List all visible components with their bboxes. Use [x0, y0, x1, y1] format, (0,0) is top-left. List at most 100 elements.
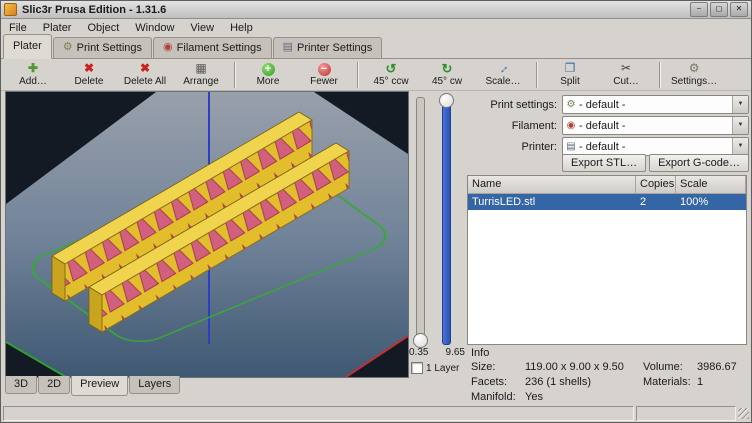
- tab-print-settings-label: Print Settings: [77, 42, 142, 54]
- app-icon: [4, 3, 17, 16]
- 3d-preview-canvas[interactable]: [6, 92, 408, 377]
- plater-sidebar: Print settings: ⚙ - default - ▼ Filament…: [465, 91, 749, 403]
- object-table[interactable]: Name Copies Scale TurrisLED.stl 2 100%: [467, 175, 747, 345]
- menu-bar: File Plater Object Window View Help: [1, 19, 751, 37]
- upper-layer-slider-handle[interactable]: [439, 93, 454, 108]
- view-tab-preview[interactable]: Preview: [71, 376, 128, 396]
- table-row[interactable]: TurrisLED.stl 2 100%: [468, 194, 746, 210]
- preview-viewport[interactable]: [5, 91, 409, 378]
- close-button[interactable]: ✕: [730, 2, 748, 17]
- arrange-button[interactable]: ▦ Arrange: [173, 60, 229, 90]
- facets-label: Facets:: [471, 376, 507, 388]
- chevron-down-icon[interactable]: ▼: [732, 96, 748, 113]
- filament-label: Filament:: [465, 120, 562, 132]
- single-layer-checkbox[interactable]: [411, 362, 423, 374]
- delete-all-button[interactable]: ✖ Delete All: [117, 60, 173, 90]
- filament-spool-icon: ◉: [563, 120, 579, 131]
- rotate-cw-icon: ↻: [442, 62, 453, 76]
- size-label: Size:: [471, 361, 495, 373]
- more-copies-button[interactable]: + More: [240, 60, 296, 90]
- plater-toolbar: ✚ Add… ✖ Delete ✖ Delete All ▦ Arrange +…: [1, 59, 751, 91]
- add-button[interactable]: ✚ Add…: [5, 60, 61, 90]
- view-tab-3d[interactable]: 3D: [5, 376, 37, 394]
- upper-layer-slider[interactable]: [442, 97, 451, 345]
- cell-object-copies: 2: [636, 194, 676, 210]
- object-table-header: Name Copies Scale: [468, 176, 746, 194]
- printer-icon: ▤: [283, 42, 293, 53]
- status-message-field: [3, 406, 634, 421]
- settings-label: Settings…: [671, 76, 717, 88]
- lower-layer-slider-handle[interactable]: [413, 333, 428, 348]
- layer-range-values: 0.35 9.65: [409, 347, 465, 358]
- cut-button[interactable]: ✂ Cut…: [598, 60, 654, 90]
- printer-label: Printer:: [465, 141, 562, 153]
- rotate-ccw-label: 45° ccw: [373, 76, 408, 88]
- export-row: Export STL… Export G-code…: [465, 154, 749, 172]
- tab-filament-settings-label: Filament Settings: [177, 42, 262, 54]
- toolbar-separator: [659, 62, 660, 88]
- view-tab-bar: 3D 2D Preview Layers: [5, 376, 181, 395]
- chevron-down-icon[interactable]: ▼: [732, 117, 748, 134]
- print-settings-value: - default -: [579, 99, 732, 111]
- column-header-copies[interactable]: Copies: [636, 176, 676, 193]
- print-settings-label: Print settings:: [465, 99, 562, 111]
- facets-value: 236 (1 shells): [525, 376, 591, 388]
- filament-value: - default -: [579, 120, 732, 132]
- minimize-button[interactable]: −: [690, 2, 708, 17]
- tab-printer-settings[interactable]: ▤ Printer Settings: [273, 37, 383, 58]
- more-label: More: [257, 76, 280, 88]
- print-settings-combo[interactable]: ⚙ - default - ▼: [562, 95, 749, 114]
- printer-icon: ▤: [563, 141, 579, 152]
- volume-value: 3986.67: [697, 361, 737, 373]
- delete-button[interactable]: ✖ Delete: [61, 60, 117, 90]
- tab-filament-settings[interactable]: ◉ Filament Settings: [153, 37, 272, 58]
- rotate-cw-label: 45° cw: [432, 76, 462, 88]
- menu-object[interactable]: Object: [79, 19, 127, 37]
- view-tab-2d[interactable]: 2D: [38, 376, 70, 394]
- filament-combo[interactable]: ◉ - default - ▼: [562, 116, 749, 135]
- layer-slider-panel: 0.35 9.65 1 Layer: [409, 91, 465, 378]
- chevron-down-icon[interactable]: ▼: [732, 138, 748, 155]
- delete-label: Delete: [75, 76, 104, 88]
- minus-orb-icon: −: [318, 63, 331, 76]
- slic3r-window: Slic3r Prusa Edition - 1.31.6 − ◻ ✕ File…: [0, 0, 752, 423]
- fewer-copies-button[interactable]: − Fewer: [296, 60, 352, 90]
- maximize-button[interactable]: ◻: [710, 2, 728, 17]
- rotate-cw-button[interactable]: ↻ 45° cw: [419, 60, 475, 90]
- filament-spool-icon: ◉: [163, 42, 173, 53]
- materials-label: Materials:: [643, 376, 691, 388]
- scale-button[interactable]: ↔ Scale…: [475, 60, 531, 90]
- cut-icon: ✂: [621, 62, 631, 76]
- filament-row: Filament: ◉ - default - ▼: [465, 116, 749, 135]
- cell-object-scale: 100%: [676, 194, 746, 210]
- menu-view[interactable]: View: [182, 19, 222, 37]
- plus-orb-icon: +: [262, 63, 275, 76]
- menu-help[interactable]: Help: [222, 19, 261, 37]
- resize-grip-icon[interactable]: [738, 408, 749, 419]
- single-layer-row: 1 Layer: [411, 362, 459, 374]
- view-tab-layers[interactable]: Layers: [129, 376, 180, 394]
- delete-all-label: Delete All: [124, 76, 166, 88]
- gear-icon: ⚙: [563, 99, 579, 110]
- materials-value: 1: [697, 376, 703, 388]
- column-header-scale[interactable]: Scale: [676, 176, 746, 193]
- settings-button[interactable]: ⚙ Settings…: [665, 60, 723, 90]
- print-settings-row: Print settings: ⚙ - default - ▼: [465, 95, 749, 114]
- manifold-label: Manifold:: [471, 391, 516, 403]
- window-title: Slic3r Prusa Edition - 1.31.6: [22, 4, 688, 16]
- title-bar[interactable]: Slic3r Prusa Edition - 1.31.6 − ◻ ✕: [1, 1, 751, 19]
- info-title: Info: [471, 347, 489, 359]
- split-label: Split: [560, 76, 579, 88]
- lower-layer-slider[interactable]: [416, 97, 425, 345]
- tab-printer-settings-label: Printer Settings: [297, 42, 372, 54]
- rotate-ccw-button[interactable]: ↺ 45° ccw: [363, 60, 419, 90]
- export-gcode-button[interactable]: Export G-code…: [649, 154, 749, 172]
- column-header-name[interactable]: Name: [468, 176, 636, 193]
- manifold-value: Yes: [525, 391, 543, 403]
- export-stl-button[interactable]: Export STL…: [562, 154, 646, 172]
- menu-window[interactable]: Window: [127, 19, 182, 37]
- tab-print-settings[interactable]: ⚙ Print Settings: [53, 37, 152, 58]
- split-button[interactable]: ❐ Split: [542, 60, 598, 90]
- add-label: Add…: [19, 76, 47, 88]
- tab-plater[interactable]: Plater: [3, 34, 52, 59]
